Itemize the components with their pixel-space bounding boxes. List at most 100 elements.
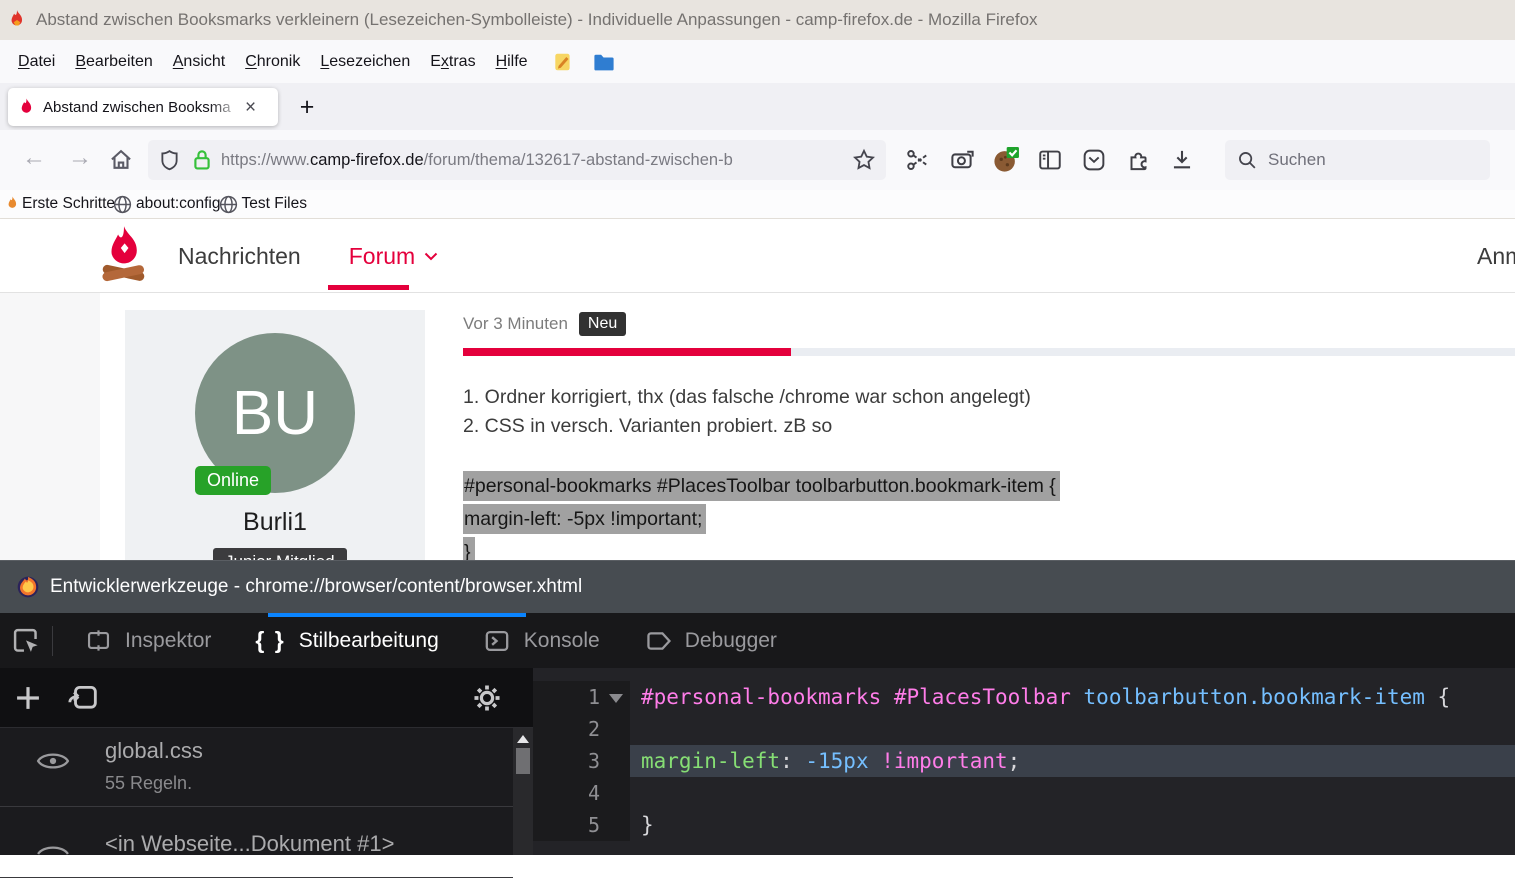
cookie-extension-icon[interactable]: [984, 140, 1028, 180]
post-timestamp[interactable]: Vor 3 Minuten: [463, 314, 568, 334]
tab-konsole[interactable]: Konsole: [461, 613, 622, 668]
flame-favicon-icon: [6, 196, 19, 213]
import-stylesheet-icon[interactable]: [56, 668, 112, 728]
new-badge: Neu: [579, 312, 626, 336]
tab-favicon-flame-icon: [18, 98, 35, 117]
post-body: 1. Ordner korrigiert, thx (das falsche /…: [463, 383, 1031, 441]
site-nav: Nachrichten Forum: [178, 219, 438, 293]
menu-item-datei[interactable]: Datei: [8, 47, 65, 77]
active-tab-indicator: [268, 613, 526, 617]
gear-icon[interactable]: [471, 668, 503, 728]
visibility-eye-icon[interactable]: [0, 817, 105, 865]
code-line-3-highlighted[interactable]: 3 margin-left: -15px !important;: [533, 745, 1515, 777]
selected-code-line: margin-left: -5px !important;: [463, 504, 706, 534]
back-icon[interactable]: ←: [22, 144, 46, 172]
pocket-icon[interactable]: [1072, 140, 1116, 180]
post-divider-bar: [463, 348, 1515, 356]
camera-extension-icon[interactable]: [940, 140, 984, 180]
extension-buttons: [896, 140, 1204, 180]
forward-icon[interactable]: →: [68, 144, 92, 172]
forum-active-underline: [328, 285, 409, 290]
menu-item-hilfe[interactable]: Hilfe: [486, 47, 538, 77]
menu-item-chronik[interactable]: Chronik: [235, 47, 310, 77]
tab-bar: Abstand zwischen Booksma × +: [0, 83, 1515, 130]
node-picker-icon[interactable]: [0, 613, 52, 668]
camp-firefox-logo[interactable]: [98, 225, 150, 289]
bookmark-item-erste-schritte[interactable]: Erste Schritte: [6, 195, 115, 213]
fold-arrow-icon[interactable]: [609, 694, 623, 703]
scrollbar-up-icon[interactable]: [517, 735, 529, 743]
stylesheet-rule-count: 55 Regeln.: [105, 773, 203, 794]
site-header: Nachrichten Forum Anm: [0, 219, 1515, 293]
folder-icon[interactable]: [592, 51, 616, 73]
menu-item-extras[interactable]: Extras: [420, 47, 485, 77]
code-line-5[interactable]: 5 }: [533, 809, 1515, 841]
style-editor-panel: global.css 55 Regeln. <in Webseite...Dok…: [0, 668, 1515, 855]
bookmark-item-test-files[interactable]: Test Files: [218, 194, 307, 215]
css-code-editor[interactable]: 1 #personal-bookmarks #PlacesToolbar too…: [533, 668, 1515, 855]
navigation-toolbar: ← → https://www.camp-firefox.de/forum/th…: [0, 130, 1515, 190]
line-number: 1: [533, 681, 630, 713]
url-bar[interactable]: https://www.camp-firefox.de/forum/thema/…: [148, 140, 886, 180]
post-code-selection[interactable]: #personal-bookmarks #PlacesToolbar toolb…: [463, 471, 1060, 570]
stylesheet-sidebar: global.css 55 Regeln. <in Webseite...Dok…: [0, 668, 533, 855]
line-number: 4: [533, 777, 630, 809]
stylesheet-item-inline-doc[interactable]: <in Webseite...Dokument #1>: [0, 807, 513, 878]
code-line-2[interactable]: 2: [533, 713, 1515, 745]
style-editor-icon: { }: [255, 627, 285, 654]
username[interactable]: Burli1: [125, 508, 425, 537]
tracking-shield-icon[interactable]: [158, 149, 181, 172]
toolbar-separator: [52, 626, 53, 656]
post-meta: Vor 3 Minuten Neu: [463, 312, 626, 336]
code-line-4[interactable]: 4: [533, 777, 1515, 809]
tab-title: Abstand zwischen Booksma: [43, 99, 243, 116]
tab-close-icon[interactable]: ×: [245, 98, 256, 117]
post-divider-fill: [463, 348, 791, 356]
debugger-icon: [644, 627, 672, 655]
bookmark-item-about-config[interactable]: about:config: [112, 194, 220, 215]
tab-debugger[interactable]: Debugger: [622, 613, 799, 668]
sidebar-scrollbar[interactable]: [513, 728, 533, 855]
nav-nachrichten[interactable]: Nachrichten: [178, 243, 301, 270]
tab-inspektor[interactable]: Inspektor: [63, 613, 233, 668]
nav-forum[interactable]: Forum: [349, 243, 438, 270]
console-icon: [483, 627, 511, 655]
post-author-card: BU Online Burli1 Junior Mitglied: [125, 310, 425, 570]
scrollbar-thumb[interactable]: [516, 748, 530, 774]
new-stylesheet-icon[interactable]: [0, 668, 56, 728]
devtools-toolbar: Inspektor { } Stilbearbeitung Konsole De…: [0, 613, 1515, 668]
stylesheet-name: <in Webseite...Dokument #1>: [105, 831, 394, 857]
menu-item-bearbeiten[interactable]: Bearbeiten: [65, 47, 162, 77]
screenshot-scissors-icon[interactable]: [896, 140, 940, 180]
lock-icon[interactable]: [191, 148, 213, 172]
menu-item-lesezeichen[interactable]: Lesezeichen: [310, 47, 420, 77]
devtools-title: Entwicklerwerkzeuge - chrome://browser/c…: [50, 576, 582, 598]
inspector-icon: [85, 627, 112, 654]
globe-icon: [218, 194, 239, 215]
post-line: 2. CSS in versch. Varianten probiert. zB…: [463, 412, 1031, 441]
downloads-icon[interactable]: [1160, 140, 1204, 180]
search-field[interactable]: Suchen: [1225, 140, 1490, 180]
home-icon[interactable]: [108, 147, 134, 173]
line-number: 2: [533, 713, 630, 745]
online-status-badge: Online: [195, 466, 271, 495]
tab-stilbearbeitung[interactable]: { } Stilbearbeitung: [233, 613, 460, 668]
selected-code-line: #personal-bookmarks #PlacesToolbar toolb…: [463, 471, 1060, 501]
new-tab-button[interactable]: +: [292, 92, 322, 122]
stylesheet-item-global-css[interactable]: global.css 55 Regeln.: [0, 728, 513, 807]
bookmark-star-icon[interactable]: [852, 148, 876, 172]
visibility-eye-icon[interactable]: [0, 738, 105, 794]
menu-bar: Datei Bearbeiten Ansicht Chronik Lesezei…: [0, 40, 1515, 83]
stylesheet-name: global.css: [105, 738, 203, 764]
note-icon[interactable]: [552, 51, 574, 73]
search-icon: [1237, 150, 1258, 171]
extensions-puzzle-icon[interactable]: [1116, 140, 1160, 180]
login-link[interactable]: Anm: [1477, 243, 1515, 270]
line-number: 5: [533, 809, 630, 841]
menu-item-ansicht[interactable]: Ansicht: [163, 47, 235, 77]
sidebar-toggle-icon[interactable]: [1028, 140, 1072, 180]
forum-post-area: BU Online Burli1 Junior Mitglied Vor 3 M…: [0, 293, 1515, 560]
code-line-1[interactable]: 1 #personal-bookmarks #PlacesToolbar too…: [533, 681, 1515, 713]
browser-tab[interactable]: Abstand zwischen Booksma ×: [8, 88, 278, 126]
firefox-window-icon: [6, 9, 28, 31]
